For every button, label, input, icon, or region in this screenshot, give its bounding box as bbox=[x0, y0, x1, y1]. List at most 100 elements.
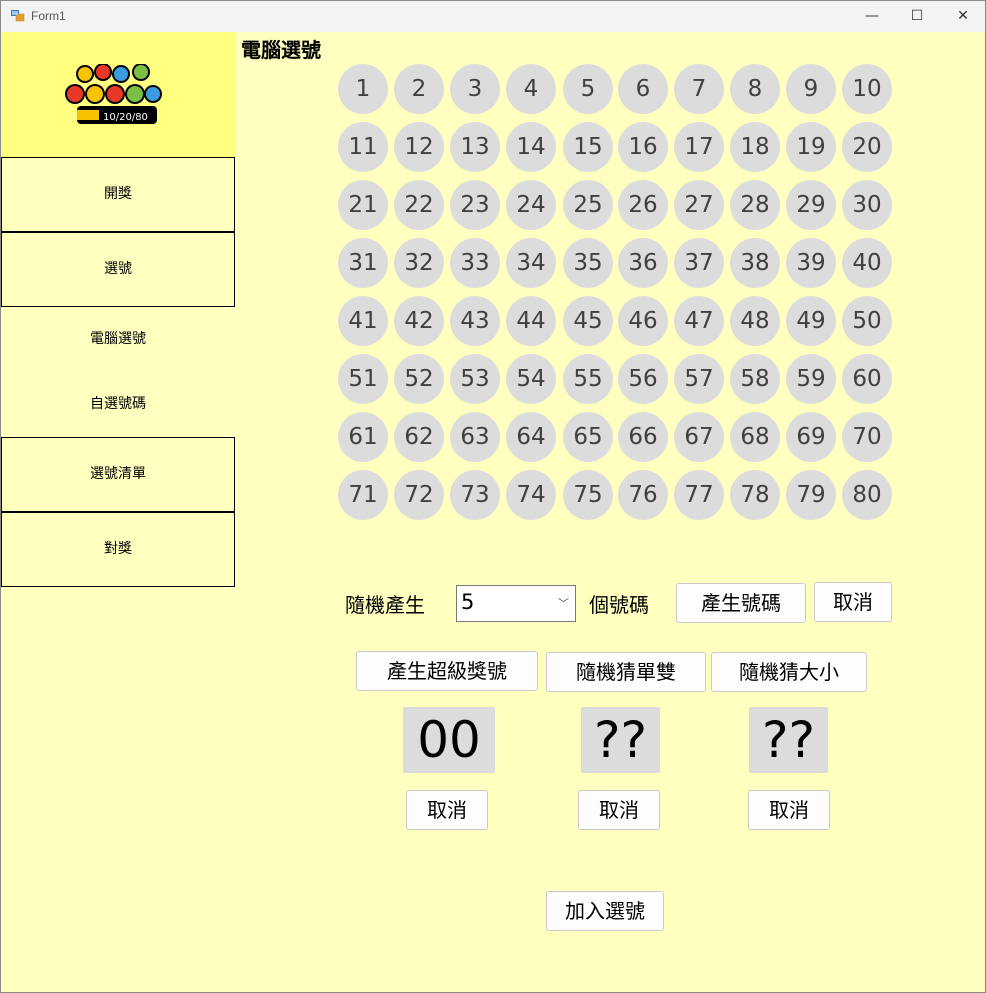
cancel-button[interactable]: 取消 bbox=[814, 582, 892, 622]
number-ball[interactable]: 76 bbox=[618, 470, 668, 520]
big-small-button[interactable]: 隨機猜大小 bbox=[711, 652, 867, 692]
number-ball[interactable]: 39 bbox=[786, 238, 836, 288]
number-ball[interactable]: 33 bbox=[450, 238, 500, 288]
number-ball[interactable]: 59 bbox=[786, 354, 836, 404]
number-ball[interactable]: 13 bbox=[450, 122, 500, 172]
number-ball[interactable]: 23 bbox=[450, 180, 500, 230]
number-ball[interactable]: 65 bbox=[563, 412, 613, 462]
sidebar-item-pick-list[interactable]: 選號清單 bbox=[1, 437, 235, 512]
number-ball[interactable]: 62 bbox=[394, 412, 444, 462]
number-ball[interactable]: 58 bbox=[730, 354, 780, 404]
cancel-odd-even-button[interactable]: 取消 bbox=[578, 790, 660, 830]
number-ball[interactable]: 57 bbox=[674, 354, 724, 404]
number-ball[interactable]: 5 bbox=[563, 64, 613, 114]
count-select[interactable]: 5 ﹀ bbox=[456, 585, 576, 622]
number-ball[interactable]: 49 bbox=[786, 296, 836, 346]
number-ball[interactable]: 63 bbox=[450, 412, 500, 462]
sidebar-item-self-pick[interactable]: 自選號碼 bbox=[1, 389, 235, 419]
number-ball[interactable]: 32 bbox=[394, 238, 444, 288]
number-ball[interactable]: 21 bbox=[338, 180, 388, 230]
number-ball[interactable]: 70 bbox=[842, 412, 892, 462]
number-ball[interactable]: 4 bbox=[506, 64, 556, 114]
maximize-button[interactable]: ☐ bbox=[894, 1, 940, 32]
number-ball[interactable]: 41 bbox=[338, 296, 388, 346]
number-ball[interactable]: 29 bbox=[786, 180, 836, 230]
number-ball[interactable]: 30 bbox=[842, 180, 892, 230]
number-ball[interactable]: 44 bbox=[506, 296, 556, 346]
number-ball[interactable]: 36 bbox=[618, 238, 668, 288]
sidebar-item-pick[interactable]: 選號 bbox=[1, 232, 235, 307]
number-ball[interactable]: 50 bbox=[842, 296, 892, 346]
number-ball[interactable]: 55 bbox=[563, 354, 613, 404]
number-ball[interactable]: 42 bbox=[394, 296, 444, 346]
number-ball[interactable]: 11 bbox=[338, 122, 388, 172]
odd-even-button[interactable]: 隨機猜單雙 bbox=[546, 652, 706, 692]
number-ball[interactable]: 19 bbox=[786, 122, 836, 172]
number-ball[interactable]: 34 bbox=[506, 238, 556, 288]
number-ball[interactable]: 20 bbox=[842, 122, 892, 172]
number-ball[interactable]: 31 bbox=[338, 238, 388, 288]
number-ball[interactable]: 12 bbox=[394, 122, 444, 172]
number-ball[interactable]: 74 bbox=[506, 470, 556, 520]
number-ball[interactable]: 56 bbox=[618, 354, 668, 404]
number-ball[interactable]: 2 bbox=[394, 64, 444, 114]
number-ball[interactable]: 71 bbox=[338, 470, 388, 520]
number-ball[interactable]: 80 bbox=[842, 470, 892, 520]
number-ball[interactable]: 7 bbox=[674, 64, 724, 114]
number-ball[interactable]: 26 bbox=[618, 180, 668, 230]
number-ball[interactable]: 75 bbox=[563, 470, 613, 520]
number-ball[interactable]: 61 bbox=[338, 412, 388, 462]
number-ball[interactable]: 25 bbox=[563, 180, 613, 230]
number-ball[interactable]: 66 bbox=[618, 412, 668, 462]
number-ball[interactable]: 43 bbox=[450, 296, 500, 346]
number-ball[interactable]: 77 bbox=[674, 470, 724, 520]
sidebar-item-check-prize[interactable]: 對獎 bbox=[1, 512, 235, 587]
number-ball[interactable]: 73 bbox=[450, 470, 500, 520]
super-number-button[interactable]: 產生超級獎號 bbox=[356, 651, 538, 691]
number-ball[interactable]: 9 bbox=[786, 64, 836, 114]
number-ball[interactable]: 67 bbox=[674, 412, 724, 462]
random-generate-label: 隨機產生 bbox=[345, 593, 425, 617]
add-pick-button[interactable]: 加入選號 bbox=[546, 891, 664, 931]
cancel-super-button[interactable]: 取消 bbox=[406, 790, 488, 830]
number-ball[interactable]: 60 bbox=[842, 354, 892, 404]
cancel-big-small-button[interactable]: 取消 bbox=[748, 790, 830, 830]
number-ball[interactable]: 8 bbox=[730, 64, 780, 114]
number-ball[interactable]: 3 bbox=[450, 64, 500, 114]
number-ball[interactable]: 79 bbox=[786, 470, 836, 520]
sidebar-item-computer-pick[interactable]: 電腦選號 bbox=[1, 324, 235, 354]
number-ball[interactable]: 28 bbox=[730, 180, 780, 230]
number-ball[interactable]: 27 bbox=[674, 180, 724, 230]
number-ball[interactable]: 53 bbox=[450, 354, 500, 404]
number-ball[interactable]: 6 bbox=[618, 64, 668, 114]
minimize-button[interactable]: — bbox=[849, 1, 895, 32]
number-ball[interactable]: 16 bbox=[618, 122, 668, 172]
number-ball[interactable]: 54 bbox=[506, 354, 556, 404]
number-ball[interactable]: 37 bbox=[674, 238, 724, 288]
number-ball[interactable]: 64 bbox=[506, 412, 556, 462]
number-ball[interactable]: 35 bbox=[563, 238, 613, 288]
generate-numbers-button[interactable]: 產生號碼 bbox=[676, 583, 806, 623]
number-ball[interactable]: 51 bbox=[338, 354, 388, 404]
number-ball[interactable]: 46 bbox=[618, 296, 668, 346]
number-ball[interactable]: 15 bbox=[563, 122, 613, 172]
number-ball[interactable]: 18 bbox=[730, 122, 780, 172]
number-ball[interactable]: 22 bbox=[394, 180, 444, 230]
number-ball[interactable]: 45 bbox=[563, 296, 613, 346]
number-ball[interactable]: 68 bbox=[730, 412, 780, 462]
number-ball[interactable]: 72 bbox=[394, 470, 444, 520]
number-ball[interactable]: 17 bbox=[674, 122, 724, 172]
sidebar-item-draw[interactable]: 開獎 bbox=[1, 157, 235, 232]
number-ball[interactable]: 52 bbox=[394, 354, 444, 404]
number-ball[interactable]: 24 bbox=[506, 180, 556, 230]
number-ball[interactable]: 69 bbox=[786, 412, 836, 462]
number-ball[interactable]: 1 bbox=[338, 64, 388, 114]
close-button[interactable]: ✕ bbox=[940, 1, 985, 32]
number-ball[interactable]: 14 bbox=[506, 122, 556, 172]
number-ball[interactable]: 38 bbox=[730, 238, 780, 288]
number-ball[interactable]: 78 bbox=[730, 470, 780, 520]
number-ball[interactable]: 47 bbox=[674, 296, 724, 346]
number-ball[interactable]: 40 bbox=[842, 238, 892, 288]
number-ball[interactable]: 48 bbox=[730, 296, 780, 346]
number-ball[interactable]: 10 bbox=[842, 64, 892, 114]
